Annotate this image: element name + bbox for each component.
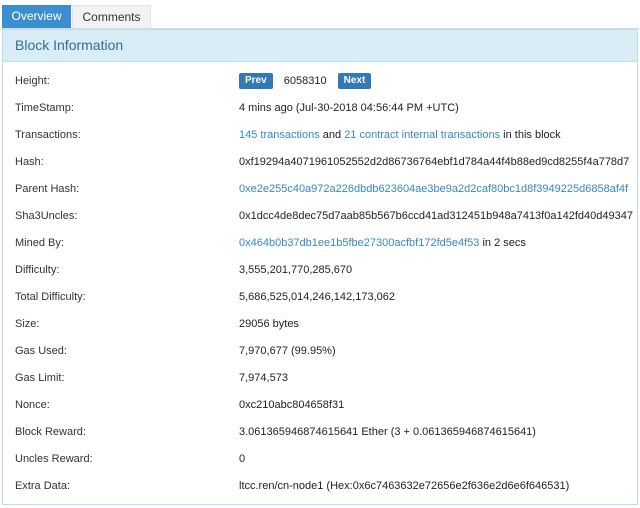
parent-hash-label: Parent Hash: [15,183,80,195]
uncles-reward-value: 0 [239,453,246,465]
transactions-row: Transactions: 145 transactions and 21 co… [15,125,635,145]
gas-used-label: Gas Used: [15,345,67,357]
timestamp-row: TimeStamp: 4 mins ago (Jul-30-2018 04:56… [15,98,635,118]
sha3uncles-label: Sha3Uncles: [15,210,78,222]
block-reward-label: Block Reward: [15,426,86,438]
timestamp-value: 4 mins ago (Jul-30-2018 04:56:44 PM +UTC… [239,102,459,114]
extra-data-value: ltcc.ren/cn-node1 (Hex:0x6c7463632e72656… [239,480,570,492]
parent-hash-value: 0xe2e255c40a972a226dbdb623604ae3be9a2d2c… [239,179,628,199]
gas-limit-value: 7,974,573 [239,372,288,384]
nonce-value: 0xc210abc804658f31 [239,399,345,411]
gas-limit-row: Gas Limit: 7,974,573 [15,368,635,388]
transactions-and-text: and [319,129,345,141]
difficulty-row: Difficulty: 3,555,201,770,285,670 [15,260,635,280]
difficulty-label: Difficulty: [15,264,60,276]
block-height: 6058310 [283,75,327,88]
transactions-suffix-text: in this block [500,129,561,141]
parent-hash-link[interactable]: 0xe2e255c40a972a226dbdb623604ae3be9a2d2c… [239,183,628,195]
tab-comments[interactable]: Comments [72,5,151,28]
height-row: Height: Prev 6058310 Next [15,71,635,91]
prev-block-button[interactable]: Prev [239,73,273,90]
uncles-reward-row: Uncles Reward: 0 [15,449,635,469]
next-block-button[interactable]: Next [337,73,372,90]
nonce-row: Nonce: 0xc210abc804658f31 [15,395,635,415]
transactions-label: Transactions: [15,129,81,141]
extra-data-row: Extra Data: ltcc.ren/cn-node1 (Hex:0x6c7… [15,476,635,496]
hash-value: 0xf19294a4071961052552d2d86736764ebf1d78… [239,156,630,168]
height-label: Height: [15,75,50,87]
transactions-value: 145 transactions and 21 contract interna… [239,125,561,145]
transactions-link[interactable]: 145 transactions [239,129,320,141]
block-reward-row: Block Reward: 3.061365946874615641 Ether… [15,422,635,442]
block-information-panel: Block Information Height: Prev 6058310 N… [2,29,638,505]
total-difficulty-label: Total Difficulty: [15,291,86,303]
size-value: 29056 bytes [239,318,299,330]
gas-used-value: 7,970,677 (99.95%) [239,345,336,357]
uncles-reward-label: Uncles Reward: [15,453,93,465]
sha3uncles-row: Sha3Uncles: 0x1dcc4de8dec75d7aab85b567b6… [15,206,635,226]
gas-limit-label: Gas Limit: [15,372,65,384]
size-row: Size: 29056 bytes [15,314,635,334]
height-value-group: Prev 6058310 Next [239,71,372,91]
mined-by-value: 0x464b0b37db1ee1b5fbe27300acfbf172fd5e4f… [239,233,526,253]
tab-overview[interactable]: Overview [2,5,71,28]
total-difficulty-row: Total Difficulty: 5,686,525,014,246,142,… [15,287,635,307]
mined-by-suffix: in 2 secs [479,237,526,249]
total-difficulty-value: 5,686,525,014,246,142,173,062 [239,291,395,303]
sha3uncles-value: 0x1dcc4de8dec75d7aab85b567b6ccd41ad31245… [239,210,633,222]
mined-by-row: Mined By: 0x464b0b37db1ee1b5fbe27300acfb… [15,233,635,253]
extra-data-label: Extra Data: [15,480,71,492]
difficulty-value: 3,555,201,770,285,670 [239,264,353,276]
timestamp-label: TimeStamp: [15,102,74,114]
panel-title: Block Information [3,30,637,62]
hash-row: Hash: 0xf19294a4071961052552d2d86736764e… [15,152,635,172]
parent-hash-row: Parent Hash: 0xe2e255c40a972a226dbdb6236… [15,179,635,199]
tab-bar: Overview Comments [0,0,640,29]
nonce-label: Nonce: [15,399,50,411]
gas-used-row: Gas Used: 7,970,677 (99.95%) [15,341,635,361]
hash-label: Hash: [15,156,44,168]
mined-by-label: Mined By: [15,237,64,249]
miner-address-link[interactable]: 0x464b0b37db1ee1b5fbe27300acfbf172fd5e4f… [239,237,479,249]
internal-transactions-link[interactable]: 21 contract internal transactions [344,129,500,141]
size-label: Size: [15,318,40,330]
block-reward-value: 3.061365946874615641 Ether (3 + 0.061365… [239,426,536,438]
